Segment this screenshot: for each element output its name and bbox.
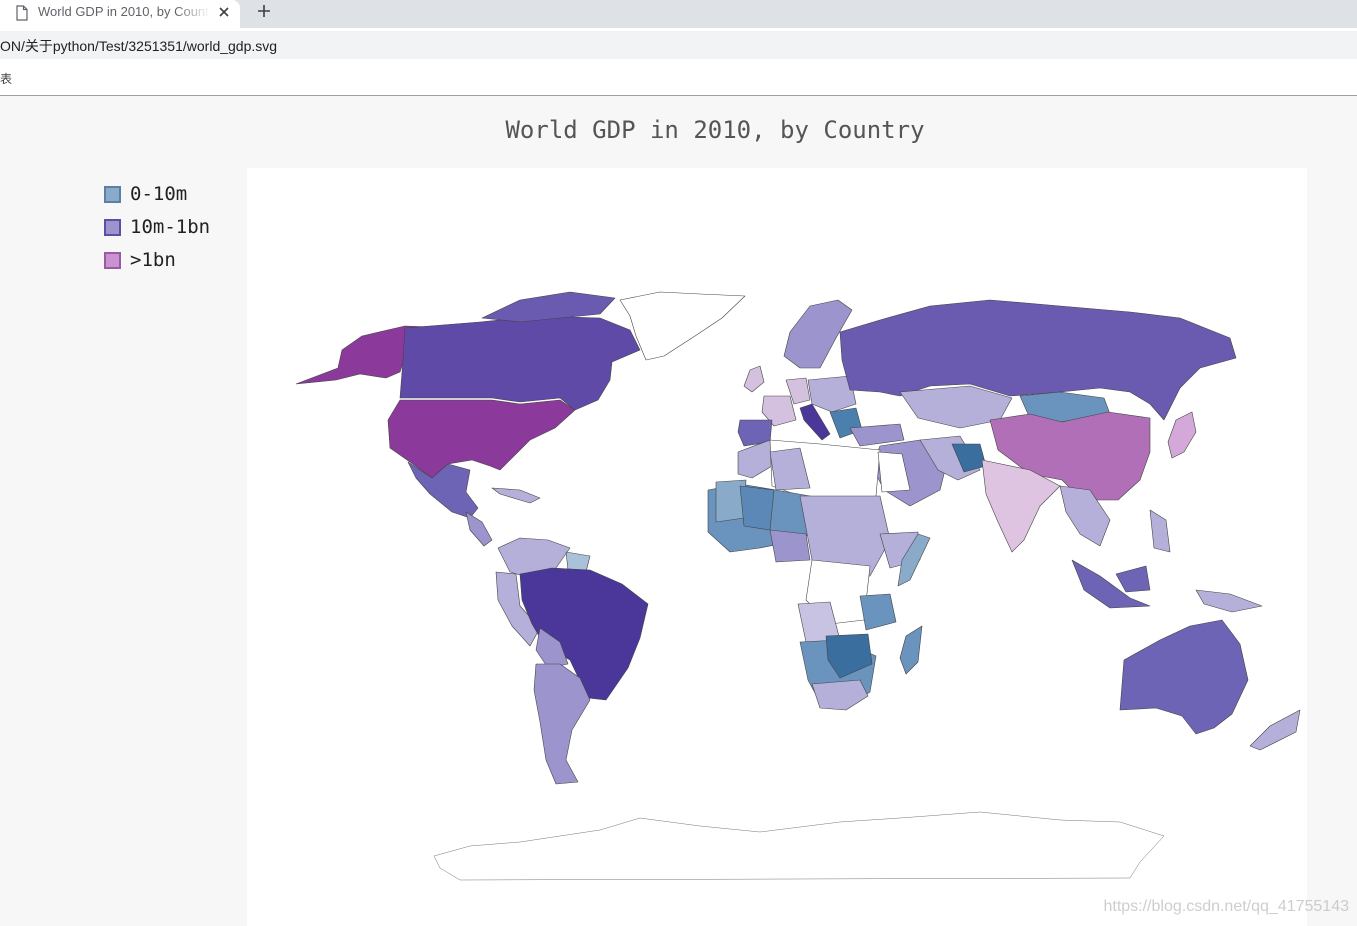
country-south-africa <box>811 679 869 711</box>
country-australia <box>1119 619 1249 735</box>
region-antarctica <box>433 811 1165 881</box>
country-mali <box>739 485 775 531</box>
country-central-america <box>465 511 493 547</box>
country-uk <box>743 365 765 393</box>
region-philippines <box>1149 509 1171 553</box>
region-borneo <box>1115 565 1151 593</box>
country-papua-new-guinea <box>1195 589 1263 613</box>
country-madagascar <box>899 625 923 675</box>
country-nigeria <box>769 529 811 563</box>
country-mexico <box>407 461 479 519</box>
country-new-zealand <box>1249 709 1301 751</box>
country-morocco <box>737 439 773 479</box>
watermark: https://blog.csdn.net/qq_41755143 <box>1103 898 1349 915</box>
country-japan <box>1167 411 1197 459</box>
country-canada <box>399 315 641 411</box>
country-usa <box>387 399 576 479</box>
region-caribbean <box>491 487 541 504</box>
world-map <box>295 291 1301 881</box>
country-turkey <box>849 423 905 447</box>
country-argentina-chile <box>533 663 591 785</box>
canada-arctic-islands <box>481 291 616 323</box>
country-tanzania <box>859 593 897 631</box>
